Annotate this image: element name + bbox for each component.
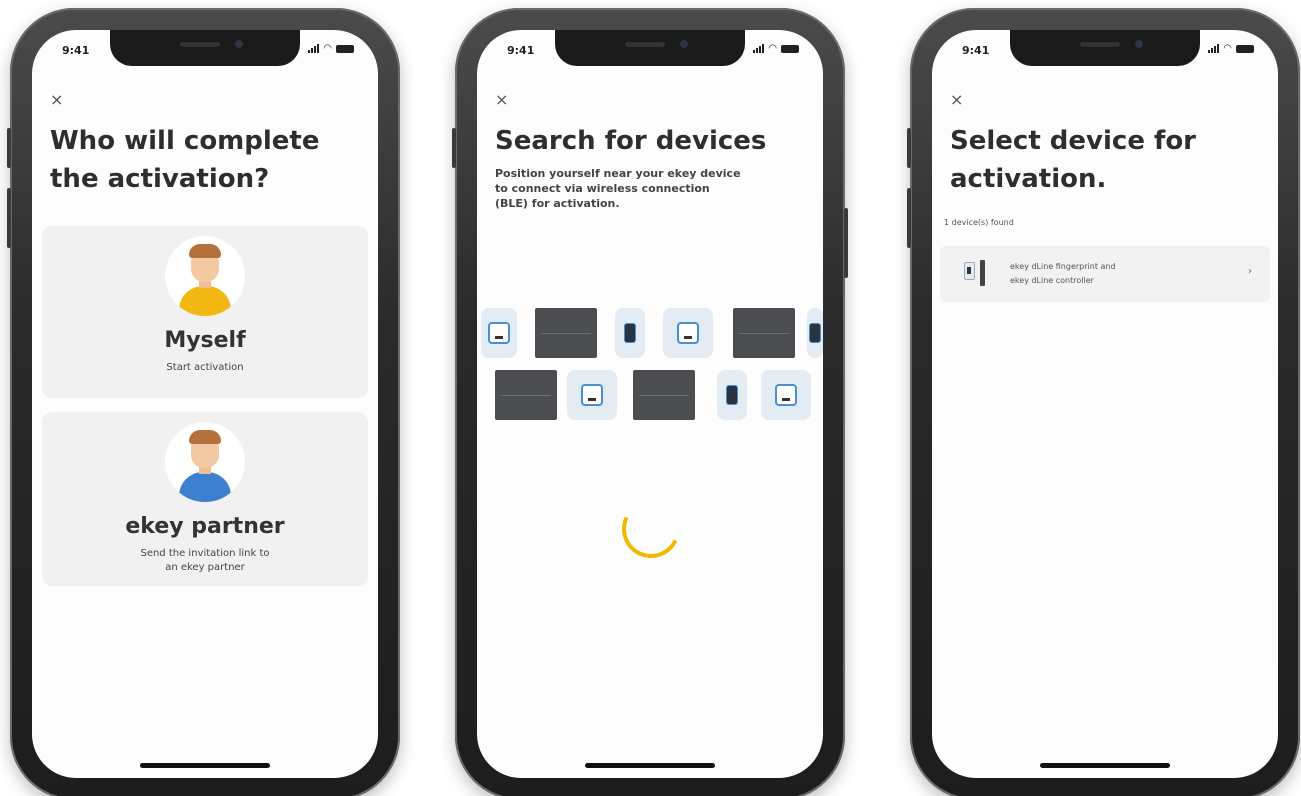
signal-icon (1208, 44, 1220, 53)
phone-side-button (907, 128, 911, 168)
status-icons: ◠ (1208, 43, 1254, 54)
keypad-device-icon (807, 308, 823, 358)
option-subtitle: Start activation (166, 362, 244, 373)
screen: 9:41 ◠ × Who will complete the activatio… (32, 30, 378, 778)
status-icons: ◠ (753, 43, 799, 54)
device-thumbnail-icon (964, 260, 994, 288)
fingerprint-device-icon (663, 308, 713, 358)
phone-side-button (907, 188, 911, 248)
signal-icon (753, 44, 765, 53)
devices-found-count: 1 device(s) found (944, 218, 1014, 227)
title-line-2: the activation? (50, 164, 270, 194)
notch (110, 30, 300, 66)
battery-icon (1236, 44, 1254, 53)
close-icon[interactable]: × (495, 90, 508, 109)
chevron-right-icon: › (1248, 266, 1252, 277)
option-title: ekey partner (125, 514, 285, 539)
page-title: Search for devices (495, 126, 767, 156)
page-title: Who will complete the activation? (50, 122, 362, 198)
title-line-1: Select device for (950, 126, 1196, 156)
home-indicator[interactable] (585, 763, 715, 768)
wifi-icon: ◠ (768, 43, 777, 54)
wifi-icon: ◠ (323, 43, 332, 54)
myself-avatar-icon (165, 236, 245, 316)
search-description: Position yourself near your ekey device … (495, 167, 741, 210)
option-subtitle: Send the invitation link to an ekey part… (140, 548, 270, 573)
battery-icon (781, 44, 799, 53)
notch (1010, 30, 1200, 66)
phone-side-button (7, 128, 11, 168)
controller-device-icon (633, 370, 695, 420)
wifi-icon: ◠ (1223, 43, 1232, 54)
phone-side-button (844, 208, 848, 278)
page-title: Select device for activation. (950, 122, 1262, 198)
screen: 9:41 ◠ × Select device for activation. 1… (932, 30, 1278, 778)
option-title: Myself (164, 328, 246, 353)
phone-who-completes: 9:41 ◠ × Who will complete the activatio… (7, 8, 400, 796)
device-name: ekey dLine fingerprint and ekey dLine co… (1010, 262, 1116, 285)
partner-avatar-icon (165, 422, 245, 502)
battery-icon (336, 44, 354, 53)
home-indicator[interactable] (140, 763, 270, 768)
phone-side-button (7, 188, 11, 248)
fingerprint-device-icon (481, 308, 517, 358)
notch (555, 30, 745, 66)
controller-device-icon (495, 370, 557, 420)
option-ekey-partner-card[interactable]: ekey partner Send the invitation link to… (42, 412, 368, 586)
status-time: 9:41 (62, 44, 90, 57)
home-indicator[interactable] (1040, 763, 1170, 768)
signal-icon (308, 44, 320, 53)
keypad-device-icon (717, 370, 747, 420)
phone-side-button (452, 128, 456, 168)
title-line-1: Who will complete (50, 126, 320, 156)
controller-device-icon (535, 308, 597, 358)
keypad-device-icon (615, 308, 645, 358)
phone-search-devices: 9:41 ◠ × Search for devices Position you… (452, 8, 848, 796)
controller-device-icon (733, 308, 795, 358)
phone-select-device: 9:41 ◠ × Select device for activation. 1… (907, 8, 1300, 796)
app-screenshots: 9:41 ◠ × Who will complete the activatio… (0, 0, 1301, 796)
fingerprint-device-icon (567, 370, 617, 420)
title-line-2: activation. (950, 164, 1107, 194)
status-time: 9:41 (962, 44, 990, 57)
status-time: 9:41 (507, 44, 535, 57)
fingerprint-device-icon (761, 370, 811, 420)
device-list-item[interactable]: ekey dLine fingerprint and ekey dLine co… (940, 246, 1270, 302)
close-icon[interactable]: × (950, 90, 963, 109)
screen: 9:41 ◠ × Search for devices Position you… (477, 30, 823, 778)
option-myself-card[interactable]: Myself Start activation (42, 226, 368, 398)
close-icon[interactable]: × (50, 90, 63, 109)
status-icons: ◠ (308, 43, 354, 54)
loading-spinner-icon (613, 491, 689, 567)
